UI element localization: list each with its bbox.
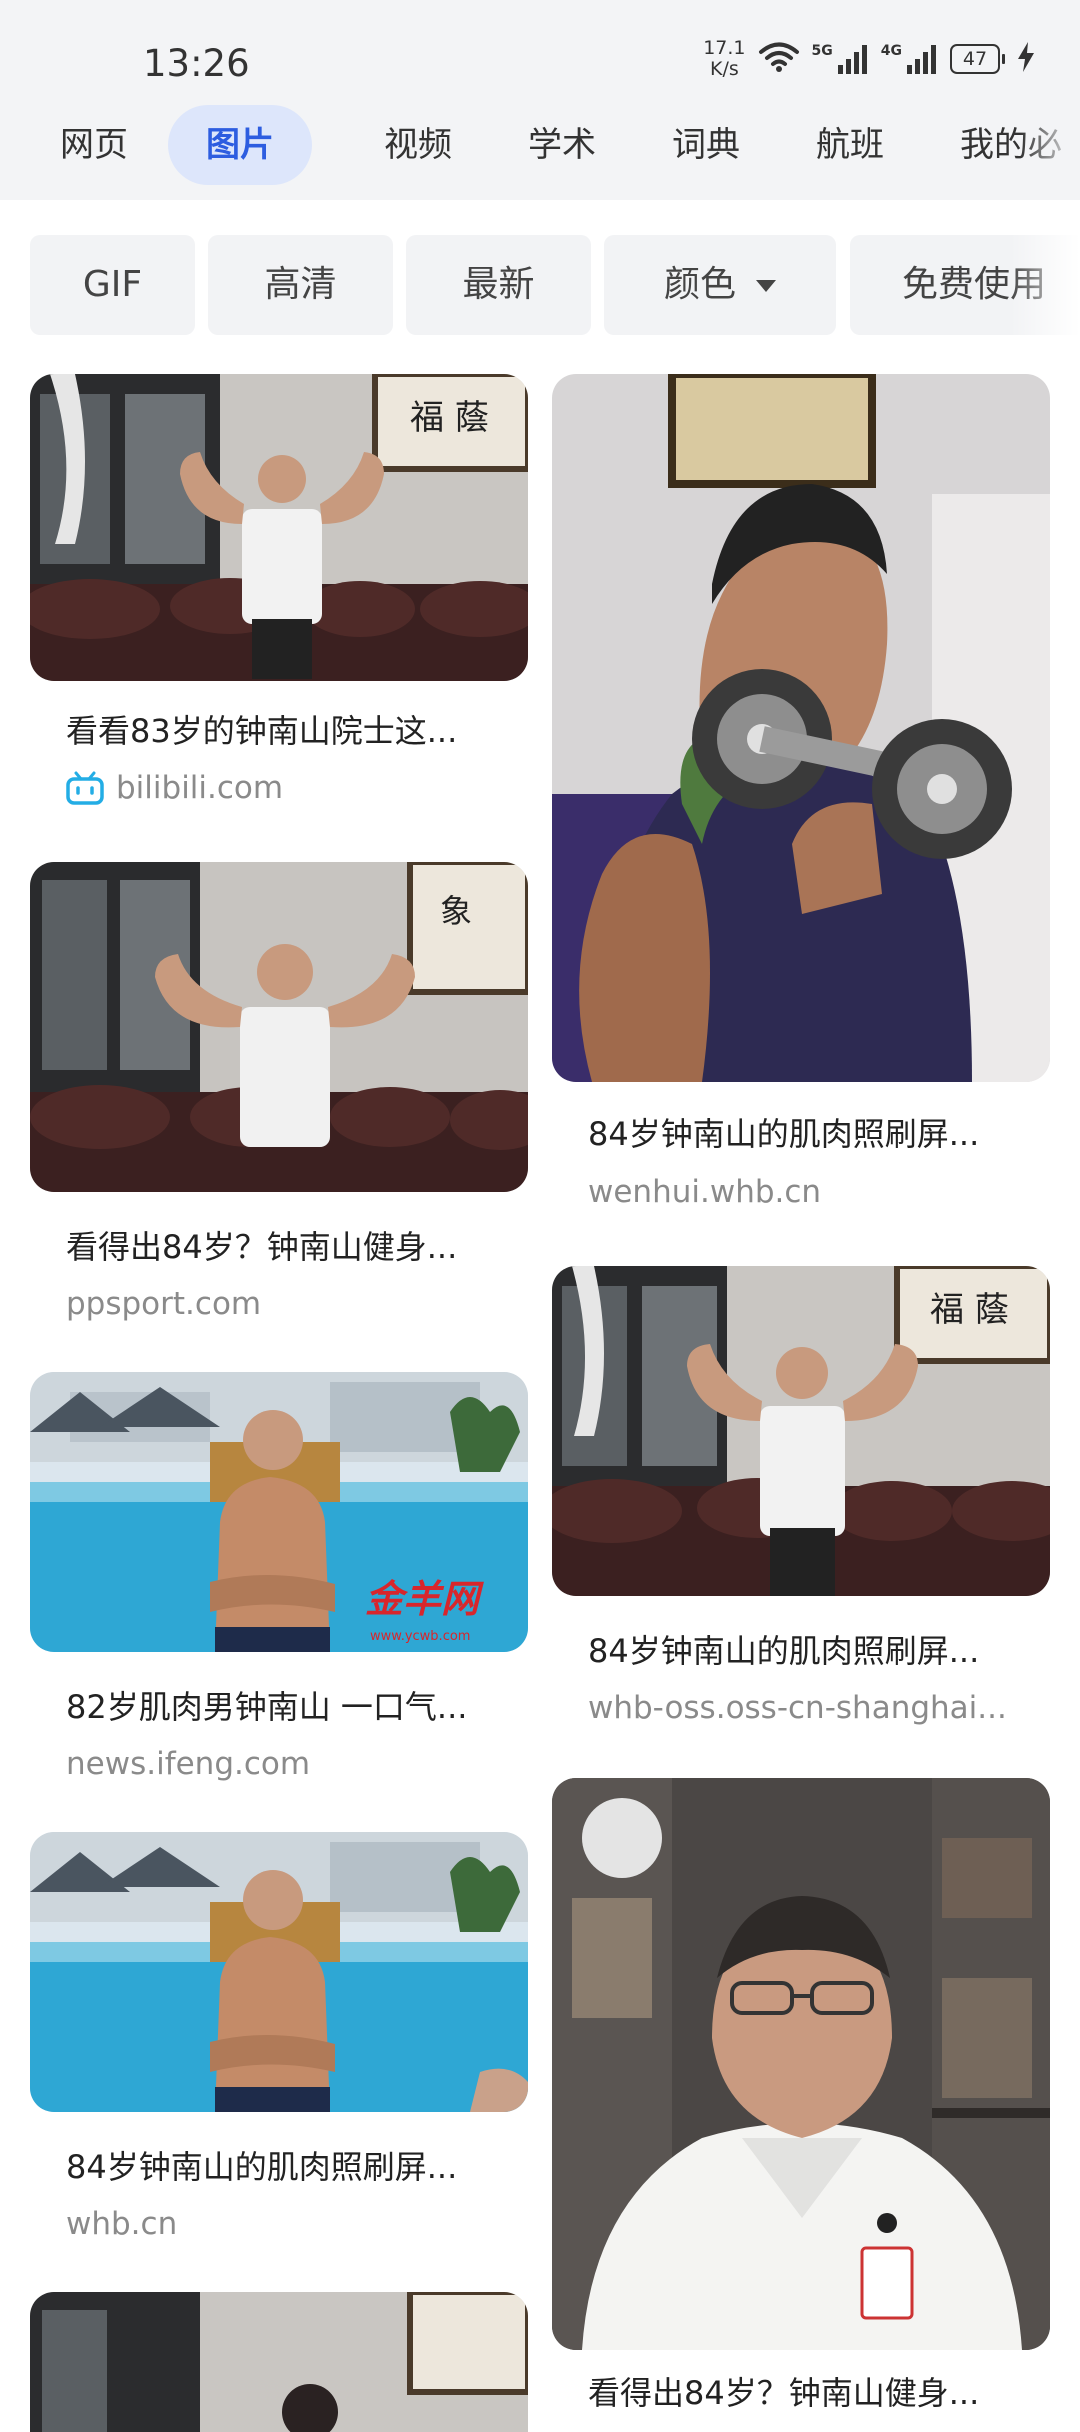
tab-images[interactable]: 图片	[168, 105, 312, 185]
tab-academic[interactable]: 学术	[528, 105, 596, 185]
status-time: 13:26	[143, 42, 250, 85]
wifi-icon	[758, 41, 800, 77]
result-thumbnail[interactable]	[30, 2292, 528, 2432]
result-card[interactable]: 象 看得出84岁？钟南山健身... ppsport.com	[30, 862, 528, 1332]
filter-chips: GIF 高清 最新 颜色 免费使用	[0, 232, 1080, 338]
watermark-url: www.ycwb.com	[370, 1629, 470, 1644]
result-source[interactable]: news.ifeng.com	[66, 1746, 508, 1782]
result-card[interactable]: 84岁钟南山的肌肉照刷屏... wenhui.whb.cn	[552, 374, 1050, 1234]
result-card[interactable]: 福 蔭 84岁钟南山的肌肉照刷屏... whb-oss.oss-cn-shang…	[552, 1266, 1050, 1736]
result-card[interactable]: 福 蔭 看看83岁的钟南山院士这... bilibili.com	[30, 374, 528, 864]
nav-fade	[1020, 100, 1080, 200]
svg-text:象: 象	[440, 892, 472, 930]
chevron-down-icon	[756, 280, 776, 292]
result-source[interactable]: wenhui.whb.cn	[588, 1174, 1030, 1210]
filters-fade	[1010, 232, 1080, 338]
result-card[interactable]: 金羊网 www.ycwb.com 82岁肌肉男钟南山 一口气... news.i…	[30, 1372, 528, 1792]
result-card[interactable]	[30, 2292, 528, 2432]
result-thumbnail[interactable]: 象	[30, 862, 528, 1192]
filter-latest[interactable]: 最新	[406, 235, 591, 335]
tab-videos[interactable]: 视频	[384, 105, 452, 185]
battery-icon: 47	[950, 44, 1005, 74]
tab-web[interactable]: 网页	[60, 105, 128, 185]
filter-gif[interactable]: GIF	[30, 235, 195, 335]
network-speed: 17.1 K/s	[703, 37, 746, 80]
result-caption[interactable]: 84岁钟南山的肌肉照刷屏...	[66, 2142, 508, 2188]
result-thumbnail[interactable]	[552, 374, 1050, 1082]
signal-4g-icon: 4G	[881, 43, 938, 75]
result-source[interactable]: whb.cn	[66, 2206, 508, 2242]
result-caption[interactable]: 看看83岁的钟南山院士这...	[66, 706, 508, 752]
svg-text:福 蔭: 福 蔭	[410, 398, 489, 438]
result-caption[interactable]: 82岁肌肉男钟南山 一口气...	[66, 1682, 508, 1728]
result-card[interactable]: 看得出84岁？钟南山健身...	[552, 1778, 1050, 2412]
tab-flights[interactable]: 航班	[816, 105, 884, 185]
charging-bolt-icon	[1018, 42, 1034, 76]
result-thumbnail[interactable]: 福 蔭	[30, 374, 528, 681]
svg-text:福 蔭: 福 蔭	[930, 1290, 1009, 1330]
filter-hd[interactable]: 高清	[208, 235, 393, 335]
result-caption[interactable]: 84岁钟南山的肌肉照刷屏...	[588, 1109, 1030, 1155]
result-source[interactable]: ppsport.com	[66, 1286, 508, 1322]
result-thumbnail[interactable]	[552, 1778, 1050, 2350]
result-caption[interactable]: 看得出84岁？钟南山健身...	[588, 2368, 1030, 2414]
search-type-tabs: 网页 图片 视频 学术 词典 航班 我的必	[0, 100, 1080, 200]
result-source[interactable]: whb-oss.oss-cn-shanghai...	[588, 1690, 1030, 1726]
status-bar: 13:26 17.1 K/s 5G 4G 47	[0, 0, 1080, 100]
result-caption[interactable]: 看得出84岁？钟南山健身...	[66, 1222, 508, 1268]
result-thumbnail[interactable]	[30, 1832, 528, 2112]
top-bar: 13:26 17.1 K/s 5G 4G 47 网页 图片 视频 学术 词典 航…	[0, 0, 1080, 200]
signal-5g-icon: 5G	[812, 43, 869, 75]
result-source[interactable]: bilibili.com	[66, 770, 508, 806]
result-thumbnail[interactable]: 金羊网 www.ycwb.com	[30, 1372, 528, 1652]
tab-dictionary[interactable]: 词典	[672, 105, 740, 185]
result-thumbnail[interactable]: 福 蔭	[552, 1266, 1050, 1596]
status-icons: 17.1 K/s 5G 4G 47	[703, 38, 1034, 80]
result-card[interactable]: 84岁钟南山的肌肉照刷屏... whb.cn	[30, 1832, 528, 2252]
watermark-text: 金羊网	[365, 1577, 484, 1621]
bilibili-icon	[66, 771, 104, 805]
filter-color[interactable]: 颜色	[604, 235, 836, 335]
result-caption[interactable]: 84岁钟南山的肌肉照刷屏...	[588, 1626, 1030, 1672]
